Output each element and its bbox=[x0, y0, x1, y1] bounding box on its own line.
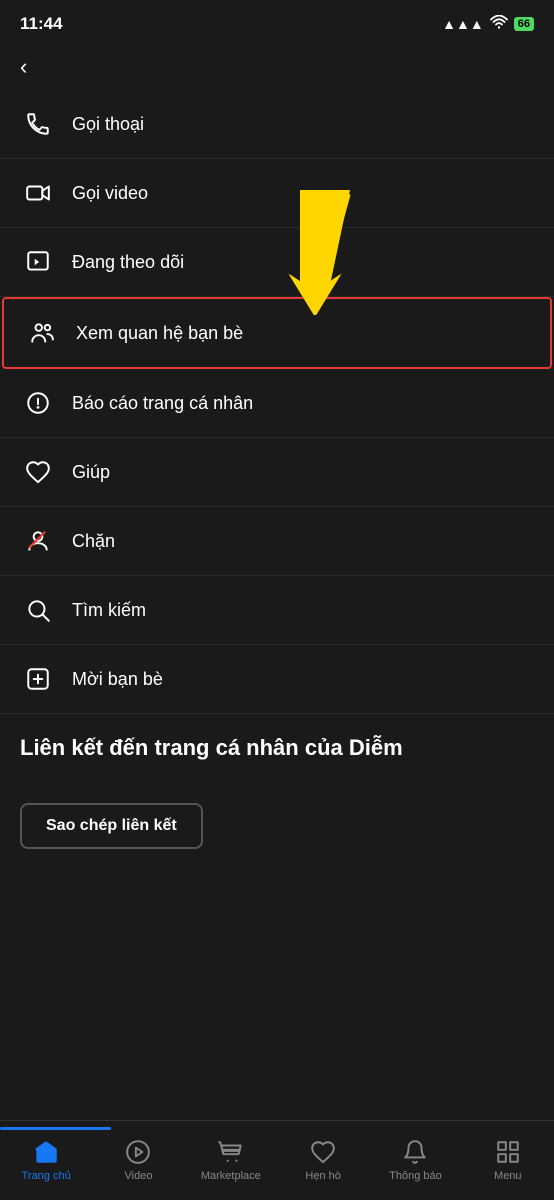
nav-item-video[interactable]: Video bbox=[92, 1130, 184, 1182]
menu-item-block[interactable]: Chặn bbox=[0, 507, 554, 576]
menu-item-invite-label: Mời bạn bè bbox=[72, 669, 163, 690]
heart-icon bbox=[20, 454, 56, 490]
search-icon bbox=[20, 592, 56, 628]
nav-active-bar bbox=[0, 1127, 111, 1130]
menu-item-report-label: Báo cáo trang cá nhân bbox=[72, 393, 253, 414]
block-icon bbox=[20, 523, 56, 559]
nav-item-marketplace[interactable]: Marketplace bbox=[185, 1130, 277, 1182]
menu-item-search[interactable]: Tìm kiếm bbox=[0, 576, 554, 645]
nav-item-dating-label: Hẹn hò bbox=[305, 1170, 340, 1182]
notifications-icon bbox=[401, 1138, 429, 1166]
menu-item-help-label: Giúp bbox=[72, 462, 110, 483]
dating-icon bbox=[309, 1138, 337, 1166]
content-area: Gọi thoại Gọi video Đang theo dõi bbox=[0, 90, 554, 959]
bottom-nav: Trang chủ Video Marketplace bbox=[0, 1120, 554, 1200]
copy-link-button[interactable]: Sao chép liên kết bbox=[20, 803, 203, 849]
marketplace-icon bbox=[217, 1138, 245, 1166]
menu-icon bbox=[494, 1138, 522, 1166]
menu-item-following-label: Đang theo dõi bbox=[72, 252, 184, 273]
nav-item-dating[interactable]: Hẹn hò bbox=[277, 1130, 369, 1182]
wifi-icon bbox=[490, 15, 508, 34]
battery-icon: 66 bbox=[514, 17, 534, 31]
menu-item-video-call[interactable]: Gọi video bbox=[0, 159, 554, 228]
menu-item-following[interactable]: Đang theo dõi bbox=[0, 228, 554, 297]
phone-icon bbox=[20, 106, 56, 142]
nav-video-icon bbox=[124, 1138, 152, 1166]
nav-item-video-label: Video bbox=[125, 1170, 153, 1182]
menu-item-help[interactable]: Giúp bbox=[0, 438, 554, 507]
menu-item-block-label: Chặn bbox=[72, 531, 115, 552]
back-button[interactable]: ‹ bbox=[0, 44, 554, 86]
menu-item-search-label: Tìm kiếm bbox=[72, 600, 146, 621]
report-icon bbox=[20, 385, 56, 421]
menu-item-relationship[interactable]: Xem quan hệ bạn bè bbox=[2, 297, 552, 369]
menu-item-relationship-label: Xem quan hệ bạn bè bbox=[76, 323, 243, 344]
menu-item-invite[interactable]: Mời bạn bè bbox=[0, 645, 554, 714]
menu-item-report[interactable]: Báo cáo trang cá nhân bbox=[0, 369, 554, 438]
signal-icon: ▲▲▲ bbox=[442, 16, 484, 32]
nav-item-menu-label: Menu bbox=[494, 1170, 522, 1182]
subscribe-icon bbox=[20, 244, 56, 280]
menu-item-call-label: Gọi thoại bbox=[72, 114, 144, 135]
nav-item-marketplace-label: Marketplace bbox=[201, 1170, 261, 1182]
menu-list: Gọi thoại Gọi video Đang theo dõi bbox=[0, 90, 554, 714]
copy-link-area: Sao chép liên kết bbox=[0, 773, 554, 869]
friends-icon bbox=[24, 315, 60, 351]
section-title: Liên kết đến trang cá nhân của Diễm bbox=[0, 714, 554, 773]
nav-item-home-label: Trang chủ bbox=[22, 1170, 71, 1182]
back-arrow-icon: ‹ bbox=[20, 54, 27, 80]
home-icon bbox=[32, 1138, 60, 1166]
status-time: 11:44 bbox=[20, 14, 63, 34]
nav-item-menu[interactable]: Menu bbox=[462, 1130, 554, 1182]
nav-item-home[interactable]: Trang chủ bbox=[0, 1130, 92, 1182]
add-friend-icon bbox=[20, 661, 56, 697]
menu-item-video-call-label: Gọi video bbox=[72, 183, 148, 204]
status-bar: 11:44 ▲▲▲ 66 bbox=[0, 0, 554, 44]
video-icon bbox=[20, 175, 56, 211]
status-icons: ▲▲▲ 66 bbox=[442, 15, 534, 34]
nav-item-notifications-label: Thông báo bbox=[389, 1170, 442, 1182]
nav-item-notifications[interactable]: Thông báo bbox=[369, 1130, 461, 1182]
menu-item-call[interactable]: Gọi thoại bbox=[0, 90, 554, 159]
